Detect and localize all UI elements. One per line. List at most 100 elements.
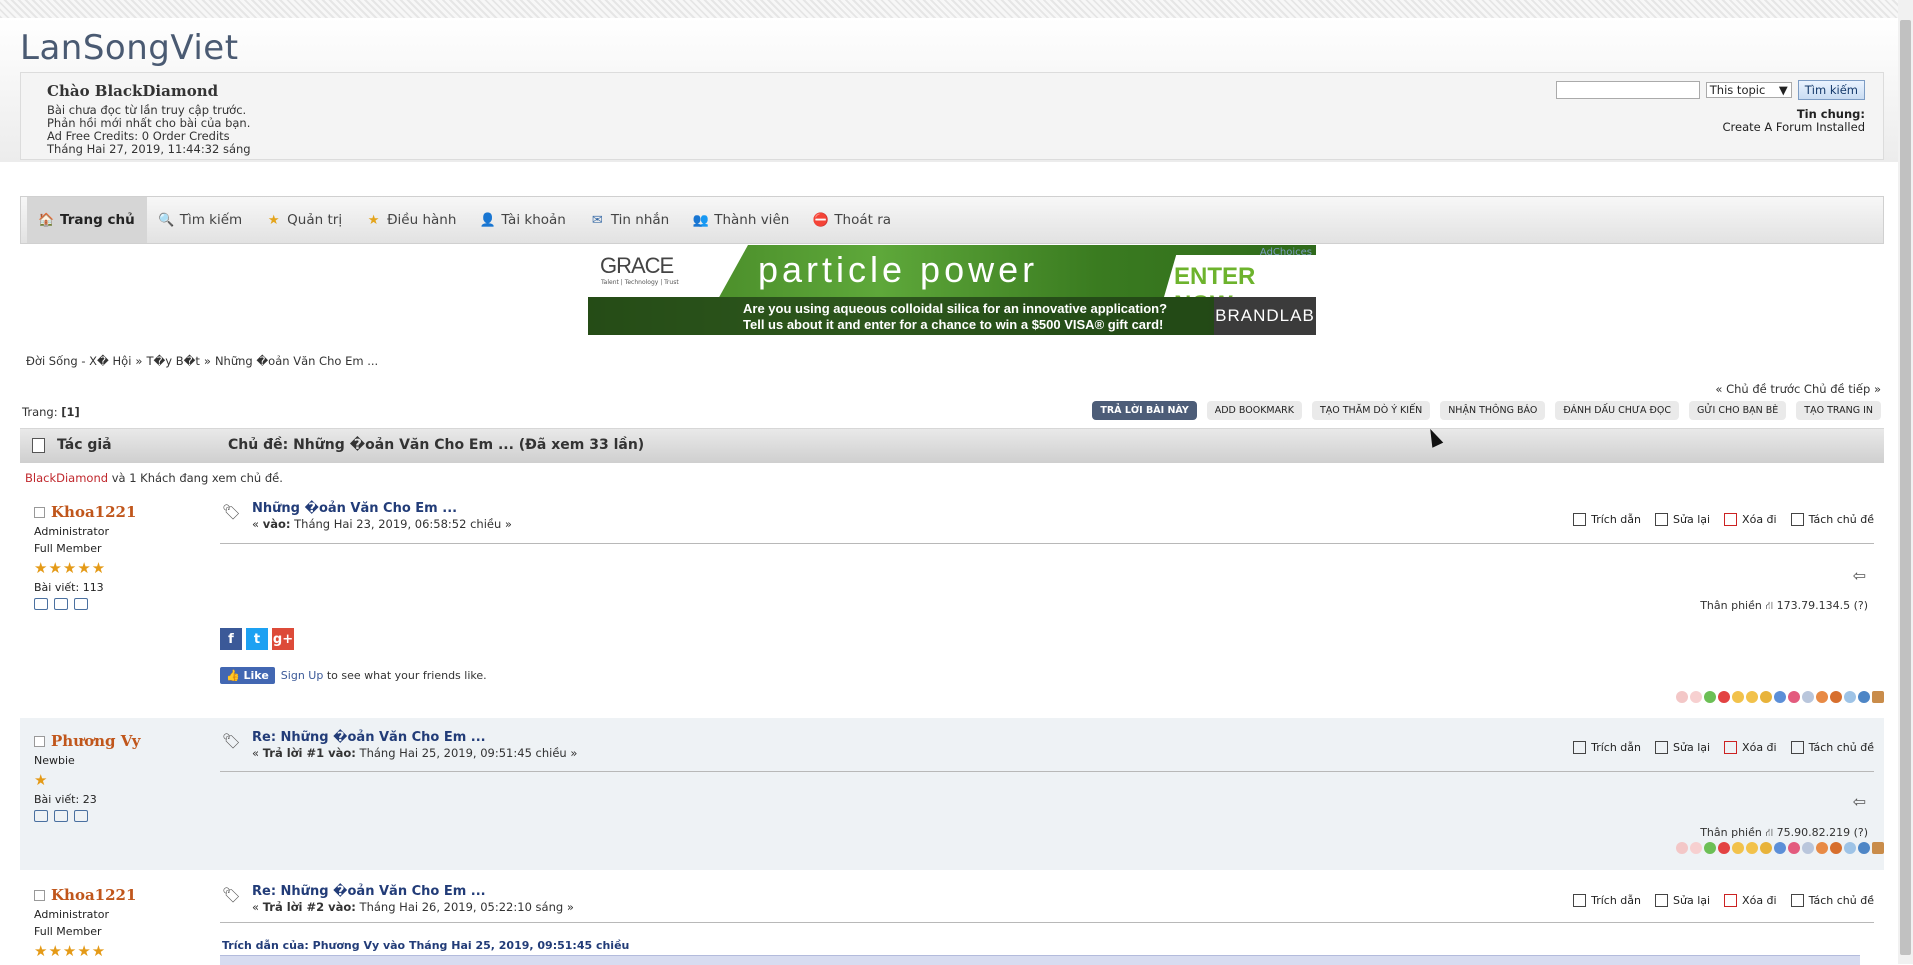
box-icon[interactable] (1872, 842, 1884, 854)
smile-icon[interactable] (1746, 691, 1758, 703)
nav-item-logout[interactable]: ⛔ Thoát ra (801, 197, 903, 243)
delete-button[interactable]: Xóa đi (1724, 741, 1777, 754)
poster-name[interactable]: Phương Vy (34, 732, 214, 750)
nav-item-home[interactable]: 🏠 Trang chủ (27, 197, 147, 243)
print-button[interactable]: TẠO TRANG IN (1796, 401, 1881, 420)
prev-next-topic[interactable]: « Chủ đề trước Chủ đề tiếp » (1715, 382, 1881, 396)
create-poll-button[interactable]: TẠO THĂM DÒ Ý KIẾN (1311, 401, 1431, 420)
reaction-icon[interactable] (1830, 691, 1842, 703)
nav-label: Trang chủ (60, 212, 135, 228)
pm-icon[interactable] (74, 810, 88, 822)
ad-cta[interactable]: ENTER NOW (1164, 255, 1316, 297)
star-icon[interactable] (1760, 691, 1772, 703)
info-icon[interactable] (1774, 691, 1786, 703)
delete-button[interactable]: Xóa đi (1724, 513, 1777, 526)
quick-reply-icon[interactable]: ⇦ (1853, 792, 1866, 811)
rainbow-icon[interactable] (1816, 842, 1828, 854)
post-title[interactable]: Re: Những �oản Văn Cho Em ... (252, 730, 486, 745)
signup-link[interactable]: Sign Up (281, 669, 324, 682)
poster-name[interactable]: Khoa1221 (34, 886, 214, 904)
star-icon[interactable] (1760, 842, 1772, 854)
twitter-icon[interactable]: t (246, 628, 268, 650)
breadcrumb-item[interactable]: T�y B�t (146, 354, 199, 368)
breadcrumb-item[interactable]: Đời Sống - X� Hội (26, 354, 131, 368)
adchoices-link[interactable]: AdChoices (1260, 247, 1312, 258)
profile-icon[interactable] (34, 598, 48, 610)
like-button[interactable]: 👍 Like (220, 667, 275, 684)
edit-button[interactable]: Sửa lại (1655, 741, 1710, 754)
search-input[interactable] (1555, 81, 1700, 99)
breadcrumb-item[interactable]: Những �oản Văn Cho Em ... (215, 354, 378, 368)
check-icon[interactable] (1704, 691, 1716, 703)
nav-item-admin[interactable]: ★ Quản trị (254, 197, 354, 243)
add-bookmark-button[interactable]: ADD BOOKMARK (1206, 401, 1302, 420)
edit-icon (1655, 513, 1668, 526)
search-scope-select[interactable]: This topic ▼ (1705, 82, 1792, 98)
smile-icon[interactable] (1732, 691, 1744, 703)
smile-icon[interactable] (1746, 842, 1758, 854)
post-title[interactable]: Những �oản Văn Cho Em ... (252, 501, 457, 516)
reaction-icon[interactable] (1830, 842, 1842, 854)
edit-button[interactable]: Sửa lại (1655, 513, 1710, 526)
rainbow-icon[interactable] (1816, 691, 1828, 703)
reaction-icon[interactable] (1844, 691, 1856, 703)
mark-unread-button[interactable]: ĐÁNH DẤU CHƯA ĐỌC (1555, 401, 1679, 420)
nav-item-moderate[interactable]: ★ Điều hành (354, 197, 468, 243)
quote-button[interactable]: Trích dẫn (1573, 513, 1641, 526)
logout-icon: ⛔ (812, 212, 829, 228)
ip-info: Thân phiền ⛙ 173.79.134.5 (?) (1700, 599, 1868, 612)
box-icon[interactable] (1872, 691, 1884, 703)
delete-button[interactable]: Xóa đi (1724, 894, 1777, 907)
info-icon[interactable] (1774, 842, 1786, 854)
reaction-icon[interactable] (1802, 691, 1814, 703)
reaction-icon[interactable] (1676, 691, 1688, 703)
reaction-icon[interactable] (1844, 842, 1856, 854)
nav-item-messages[interactable]: ✉ Tin nhắn (578, 197, 681, 243)
nav-label: Tìm kiếm (179, 212, 243, 228)
poster-name[interactable]: Khoa1221 (34, 503, 214, 521)
email-icon[interactable] (54, 598, 68, 610)
nav-item-members[interactable]: 👥 Thành viên (681, 197, 801, 243)
reply-button[interactable]: TRẢ LỜI BÀI NÀY (1092, 401, 1197, 420)
ad-banner[interactable]: GRACE Talent | Technology | Trust partic… (588, 245, 1316, 335)
split-topic-button[interactable]: Tách chủ đề (1790, 513, 1874, 526)
quote-button[interactable]: Trích dẫn (1573, 741, 1641, 754)
nav-item-search[interactable]: 🔍 Tìm kiếm (147, 197, 254, 243)
quote-button[interactable]: Trích dẫn (1573, 894, 1641, 907)
post-title[interactable]: Re: Những �oản Văn Cho Em ... (252, 884, 486, 899)
pm-icon[interactable] (74, 598, 88, 610)
split-topic-button[interactable]: Tách chủ đề (1790, 741, 1874, 754)
search-button[interactable]: Tìm kiếm (1797, 80, 1865, 100)
viewing-user-link[interactable]: BlackDiamond (25, 471, 108, 485)
send-to-friend-button[interactable]: GỬI CHO BẠN BÈ (1689, 401, 1787, 420)
facebook-icon[interactable]: f (220, 628, 242, 650)
reaction-icon[interactable] (1676, 842, 1688, 854)
heart-icon[interactable] (1788, 691, 1800, 703)
heart-icon[interactable] (1788, 842, 1800, 854)
reaction-icon[interactable] (1690, 691, 1702, 703)
edit-button[interactable]: Sửa lại (1655, 894, 1710, 907)
smile-icon[interactable] (1732, 842, 1744, 854)
quick-reply-icon[interactable]: ⇦ (1853, 566, 1866, 585)
current-page: [1] (61, 405, 80, 419)
notify-button[interactable]: NHẬN THÔNG BÁO (1440, 401, 1546, 420)
x-icon[interactable] (1718, 842, 1730, 854)
profile-icon[interactable] (34, 810, 48, 822)
like-text: to see what your friends like. (323, 669, 487, 682)
split-topic-button[interactable]: Tách chủ đề (1790, 894, 1874, 907)
reaction-icon[interactable] (1858, 691, 1870, 703)
reaction-icon[interactable] (1802, 842, 1814, 854)
reaction-icon[interactable] (1690, 842, 1702, 854)
reaction-icon[interactable] (1858, 842, 1870, 854)
scrollbar[interactable] (1898, 0, 1913, 964)
ad-headline: particle power (758, 249, 1039, 290)
quote-header[interactable]: Trích dẫn của: Phương Vy vào Tháng Hai 2… (222, 939, 629, 952)
site-logo[interactable]: LanSongViet (20, 28, 239, 68)
check-icon[interactable] (1704, 842, 1716, 854)
scrollbar-thumb[interactable] (1900, 20, 1911, 955)
topic-subject: Chủ đề: Những �oản Văn Cho Em ... (Đã xe… (228, 437, 645, 453)
x-icon[interactable] (1718, 691, 1730, 703)
nav-item-account[interactable]: 👤 Tài khoản (468, 197, 577, 243)
email-icon[interactable] (54, 810, 68, 822)
google-plus-icon[interactable]: g+ (272, 628, 294, 650)
